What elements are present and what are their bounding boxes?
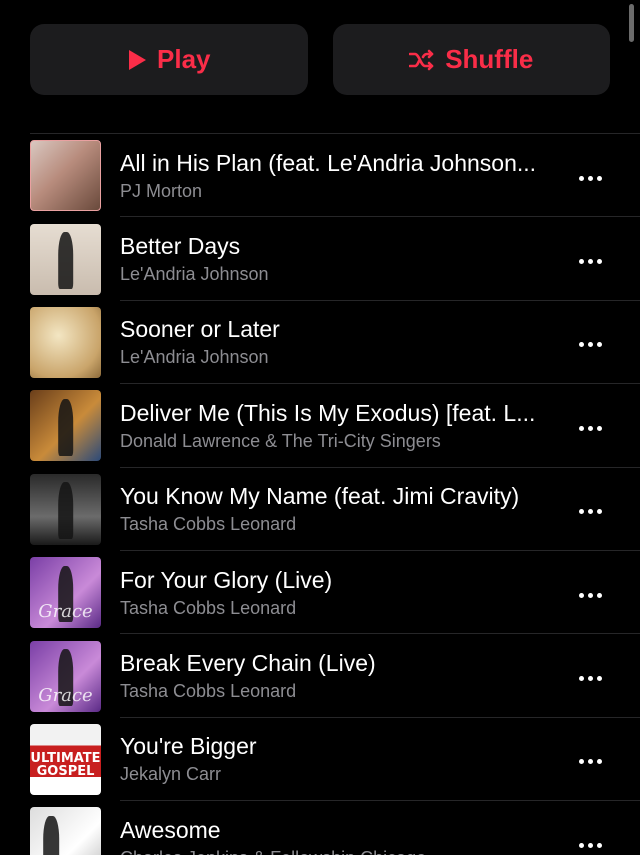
song-row[interactable]: Awesome Charles Jenkins & Fellowship Chi… xyxy=(30,801,640,855)
song-title: You Know My Name (feat. Jimi Cravity) xyxy=(120,483,520,510)
more-options-icon[interactable] xyxy=(579,676,602,682)
album-art-caption: Grace xyxy=(38,601,93,623)
more-options-icon[interactable] xyxy=(579,592,602,598)
song-title: Sooner or Later xyxy=(120,316,280,343)
song-row[interactable]: Sooner or Later Le'Andria Johnson xyxy=(30,301,640,385)
album-art-caption: Grace xyxy=(38,684,93,706)
album-art: Grace xyxy=(30,557,101,629)
song-row[interactable]: You Know My Name (feat. Jimi Cravity) Ta… xyxy=(30,468,640,552)
song-row[interactable]: Grace Break Every Chain (Live) Tasha Cob… xyxy=(30,634,640,719)
album-art xyxy=(30,390,101,462)
playback-controls: Play Shuffle xyxy=(30,24,610,95)
song-list: All in His Plan (feat. Le'Andria Johnson… xyxy=(30,133,640,855)
more-options-icon[interactable] xyxy=(579,759,602,765)
shuffle-label: Shuffle xyxy=(445,44,534,74)
song-title: Better Days xyxy=(120,233,241,260)
album-art xyxy=(30,807,101,855)
album-art xyxy=(30,473,101,545)
album-art xyxy=(30,223,101,295)
album-art: ULTIMATE GOSPEL VOL.1 RED xyxy=(30,723,101,795)
song-title: Deliver Me (This Is My Exodus) [feat. L.… xyxy=(120,399,536,426)
song-title: For Your Glory (Live) xyxy=(120,566,333,593)
play-icon xyxy=(129,49,146,70)
album-art xyxy=(30,140,101,212)
song-artist: Donald Lawrence & The Tri-City Singers xyxy=(120,430,441,451)
song-row[interactable]: Better Days Le'Andria Johnson xyxy=(30,217,640,302)
song-row[interactable]: Grace For Your Glory (Live) Tasha Cobbs … xyxy=(30,551,640,635)
song-title: Break Every Chain (Live) xyxy=(120,650,376,677)
more-options-icon[interactable] xyxy=(579,259,602,265)
more-options-icon[interactable] xyxy=(579,342,602,348)
album-art-caption: ULTIMATE GOSPEL VOL.1 RED xyxy=(30,750,101,795)
song-row[interactable]: ULTIMATE GOSPEL VOL.1 RED You're Bigger … xyxy=(30,718,640,802)
song-artist: Tasha Cobbs Leonard xyxy=(120,597,297,618)
shuffle-icon xyxy=(409,49,434,70)
song-row[interactable]: All in His Plan (feat. Le'Andria Johnson… xyxy=(30,134,640,218)
play-label: Play xyxy=(157,44,211,74)
song-artist: Jekalyn Carr xyxy=(120,764,222,785)
song-artist: Tasha Cobbs Leonard xyxy=(120,681,297,702)
song-title: Awesome xyxy=(120,816,221,843)
album-art: Grace xyxy=(30,640,101,712)
song-artist: Tasha Cobbs Leonard xyxy=(120,514,297,535)
song-title: You're Bigger xyxy=(120,733,257,760)
more-options-icon[interactable] xyxy=(579,509,602,515)
song-artist: Le'Andria Johnson xyxy=(120,347,269,368)
song-artist: Le'Andria Johnson xyxy=(120,264,269,285)
more-options-icon[interactable] xyxy=(579,842,602,848)
play-button[interactable]: Play xyxy=(30,24,308,95)
song-row[interactable]: Deliver Me (This Is My Exodus) [feat. L.… xyxy=(30,384,640,468)
more-options-icon[interactable] xyxy=(579,175,602,181)
more-options-icon[interactable] xyxy=(579,425,602,431)
scroll-indicator[interactable] xyxy=(629,4,634,42)
song-artist: PJ Morton xyxy=(120,180,203,201)
song-artist: Charles Jenkins & Fellowship Chicago xyxy=(120,846,570,855)
shuffle-button[interactable]: Shuffle xyxy=(332,24,610,95)
song-title: All in His Plan (feat. Le'Andria Johnson… xyxy=(120,149,537,176)
album-art xyxy=(30,306,101,378)
